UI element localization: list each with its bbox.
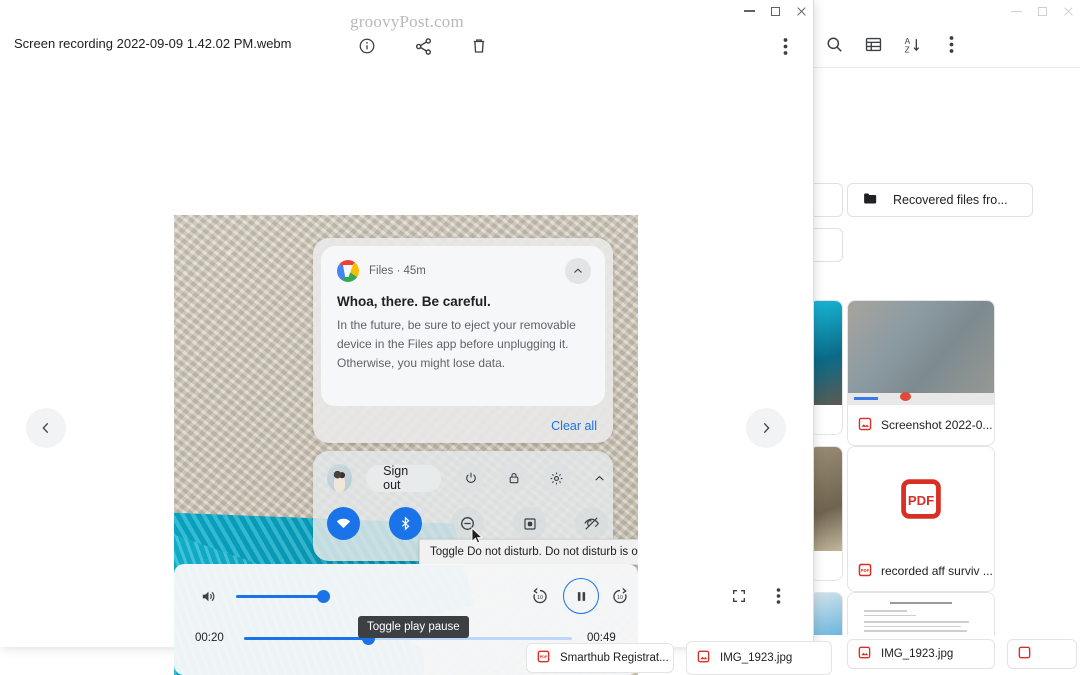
night-light-toggle[interactable] [575, 507, 608, 540]
sort-az-icon[interactable]: A Z [893, 25, 932, 65]
file-tile-partial-1[interactable] [809, 300, 843, 435]
volume-slider-handle[interactable] [317, 590, 330, 603]
player-header-actions [355, 30, 491, 62]
share-icon[interactable] [411, 30, 435, 62]
player-header: Screen recording 2022-09-09 1.42.02 PM.w… [0, 22, 813, 70]
image-file-icon [697, 650, 710, 666]
current-time: 00:20 [195, 632, 224, 644]
file-name: IMG_1923.jpg [881, 648, 953, 660]
svg-text:10: 10 [537, 595, 543, 601]
file-tile-label-row: Screenshot 2022-0... [848, 405, 994, 445]
file-tile-recorded-aff[interactable]: PDF PDF recorded aff surviv ... [847, 446, 995, 592]
file-name: IMG_1923.jpg [720, 652, 792, 664]
pdf-file-icon: PDF [858, 563, 872, 580]
bottom-file-chip-img[interactable]: IMG_1923.jpg [847, 639, 995, 669]
maximize-icon[interactable] [1038, 7, 1047, 16]
notification-panel: Files · 45m Whoa, there. Be careful. In … [313, 238, 613, 443]
svg-text:10: 10 [617, 595, 623, 601]
file-name: recorded aff surviv ... [881, 564, 993, 578]
file-name: Smarthub Registrat... [560, 652, 669, 664]
file-tile-partial-2[interactable] [809, 446, 843, 581]
fullscreen-icon[interactable] [725, 582, 753, 610]
next-button[interactable] [746, 408, 786, 448]
notification-card[interactable]: Files · 45m Whoa, there. Be careful. In … [321, 246, 605, 406]
folder-icon [862, 190, 879, 210]
pdf-file-icon [1018, 646, 1031, 662]
close-icon[interactable] [1063, 6, 1074, 17]
file-name-title: Screen recording 2022-09-09 1.42.02 PM.w… [14, 36, 292, 51]
notification-header: Files · 45m [337, 260, 589, 282]
video-player-window: groovyPost.com Screen recording 2022-09-… [0, 0, 814, 647]
chevron-up-icon[interactable] [565, 258, 591, 284]
file-chip-partial-2[interactable] [809, 228, 843, 262]
forward-10-icon[interactable]: 10 [606, 582, 634, 610]
file-thumbnail [848, 301, 994, 405]
rewind-10-icon[interactable]: 10 [526, 582, 554, 610]
gear-icon[interactable] [543, 463, 570, 493]
notification-app-meta: Files · 45m [369, 265, 426, 277]
player-stage: Files · 45m Whoa, there. Be careful. In … [0, 70, 813, 647]
chevron-up-icon[interactable] [586, 463, 613, 493]
notification-title: Whoa, there. Be careful. [337, 294, 589, 309]
notification-body: In the future, be sure to eject your rem… [337, 316, 589, 373]
screen: EN [0, 0, 1080, 675]
svg-text:PDF: PDF [540, 655, 548, 659]
more-icon[interactable] [773, 30, 797, 62]
pdf-file-icon: PDF [537, 650, 550, 666]
bluetooth-toggle[interactable] [389, 507, 422, 540]
folder-chip-recovered-files[interactable]: Recovered files fro... [847, 183, 1033, 217]
volume-slider-track[interactable] [236, 595, 330, 598]
previous-button[interactable] [26, 408, 66, 448]
file-tile-screenshot[interactable]: Screenshot 2022-0... [847, 300, 995, 446]
play-pause-button[interactable] [563, 578, 599, 614]
files-window-controls [1011, 0, 1074, 22]
play-pause-tooltip: Toggle play pause [358, 616, 469, 638]
clear-all-button[interactable]: Clear all [551, 419, 597, 433]
wifi-toggle[interactable] [327, 507, 360, 540]
pdf-thumbnail: PDF [848, 447, 994, 551]
files-app-icon [337, 260, 359, 282]
list-view-icon[interactable] [854, 25, 893, 65]
volume-icon[interactable] [196, 584, 220, 608]
bottom-file-chip-smarthub[interactable]: PDF Smarthub Registrat... [526, 643, 674, 673]
image-file-icon [858, 646, 871, 662]
image-file-icon [858, 417, 872, 434]
screen-capture-toggle[interactable] [513, 507, 546, 540]
bottom-file-chip-img1923[interactable]: IMG_1923.jpg [686, 641, 832, 675]
seek-slider-fill [244, 637, 369, 640]
file-chip-partial-1[interactable] [809, 183, 843, 217]
delete-icon[interactable] [467, 30, 491, 62]
bottom-file-chip-partial[interactable] [1007, 639, 1077, 669]
more-icon[interactable] [764, 582, 792, 610]
lock-icon[interactable] [500, 463, 527, 493]
quick-settings-top-row: Sign out [327, 463, 613, 493]
file-tile-label-row: PDF recorded aff surviv ... [848, 551, 994, 591]
svg-text:PDF: PDF [861, 567, 870, 572]
search-icon[interactable] [815, 25, 854, 65]
sign-out-button[interactable]: Sign out [366, 465, 441, 492]
svg-text:Z: Z [904, 44, 909, 54]
info-icon[interactable] [355, 30, 379, 62]
mouse-cursor [471, 527, 483, 550]
power-icon[interactable] [457, 463, 484, 493]
player-buttons-row: 10 10 [174, 578, 638, 614]
do-not-disturb-tooltip: Toggle Do not disturb. Do not disturb is… [419, 539, 638, 565]
more-icon[interactable] [932, 25, 971, 65]
file-name: Screenshot 2022-0... [881, 418, 992, 432]
folder-chip-label: Recovered files fro... [893, 193, 1008, 207]
quick-settings-toggles-row [327, 507, 608, 540]
minimize-icon[interactable] [1011, 11, 1022, 12]
avatar[interactable] [327, 464, 352, 492]
svg-text:PDF: PDF [908, 493, 934, 508]
